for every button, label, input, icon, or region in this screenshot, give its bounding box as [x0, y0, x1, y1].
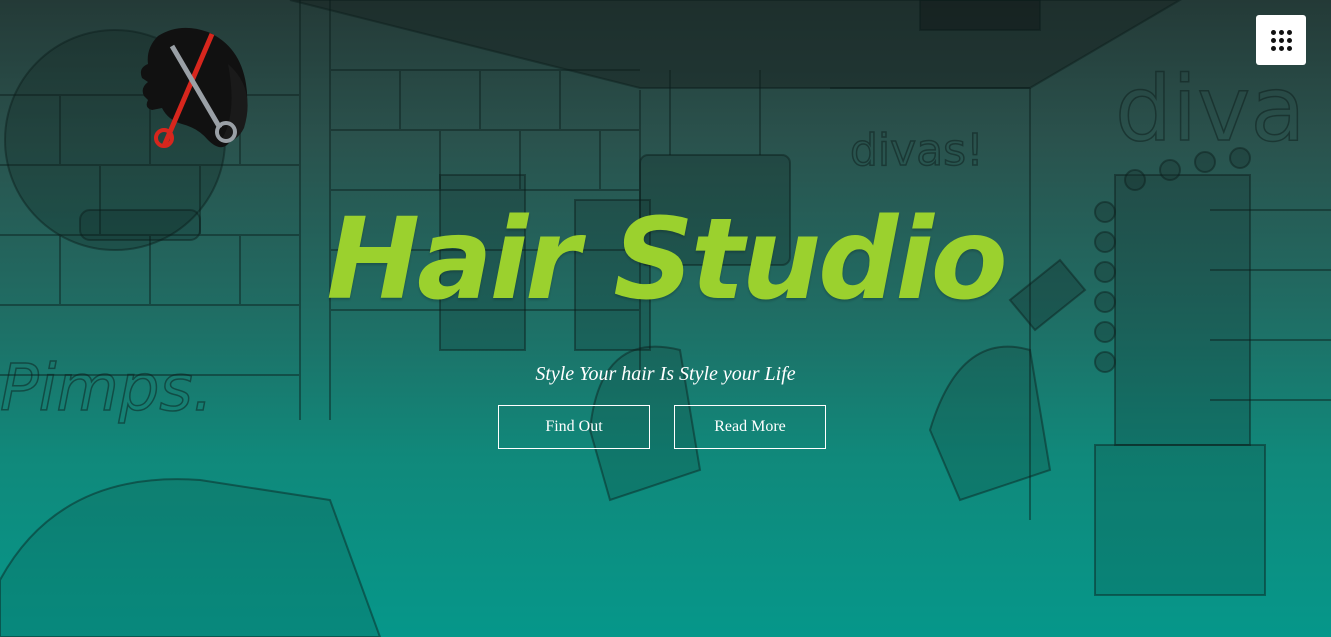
- hero-section: divas! Pimps. diva Hair Studio Style You…: [0, 0, 1331, 637]
- waiting-sofa: [0, 478, 382, 637]
- grid-menu-icon: [1270, 29, 1292, 51]
- ceiling-shape: [289, 0, 1182, 89]
- salon-logo-scissors-icon[interactable]: [128, 24, 258, 160]
- wall-text-diva: diva: [1115, 57, 1306, 162]
- ceiling-vent: [919, 0, 1041, 31]
- find-out-button[interactable]: Find Out: [498, 405, 650, 449]
- counter-cabinet: [1094, 444, 1266, 596]
- menu-button[interactable]: [1256, 15, 1306, 65]
- wall-text-divas: divas!: [850, 125, 984, 176]
- hero-tagline: Style Your hair Is Style your Life: [535, 363, 796, 385]
- hero-title: Hair Studio: [326, 195, 1007, 325]
- read-more-button[interactable]: Read More: [674, 405, 826, 449]
